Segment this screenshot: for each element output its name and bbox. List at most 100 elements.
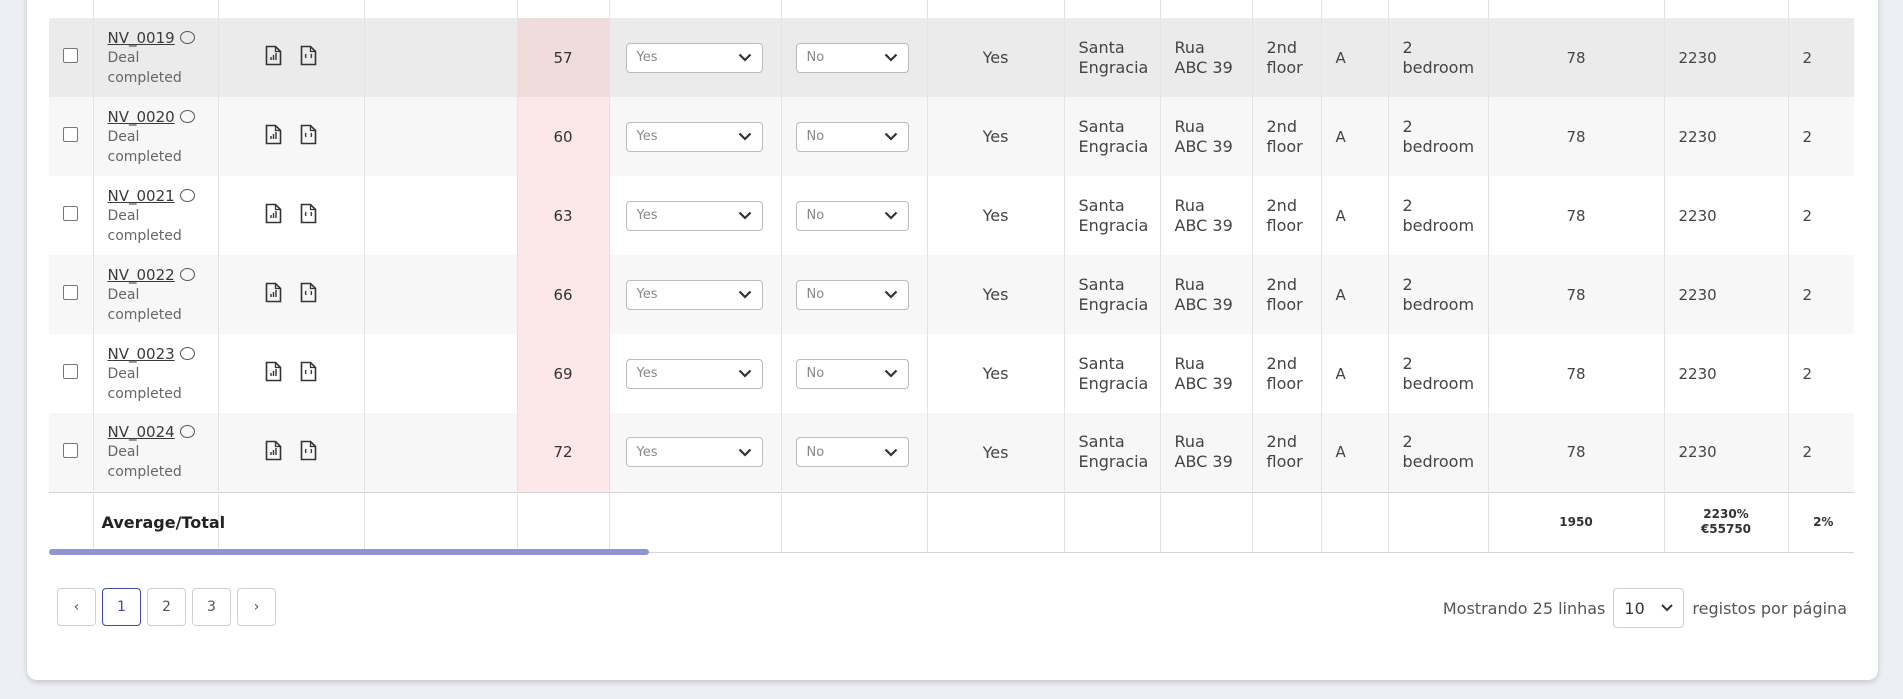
status-select-1[interactable]: Yes bbox=[625, 200, 763, 231]
record-id-link[interactable]: NV_0021 bbox=[108, 187, 175, 205]
status-select-2[interactable]: No bbox=[795, 200, 909, 231]
sheet-doc-icon[interactable] bbox=[300, 440, 317, 461]
pagination: ‹ 1 2 3 › bbox=[57, 588, 276, 626]
sheet-doc-icon[interactable] bbox=[300, 361, 317, 382]
record-id-link[interactable]: NV_0022 bbox=[108, 266, 175, 284]
status-select-2[interactable]: No bbox=[795, 358, 909, 389]
floor-value: 2nd floor bbox=[1266, 37, 1303, 77]
per-page-select[interactable]: 10 bbox=[1613, 588, 1685, 628]
chevron-down-icon bbox=[884, 132, 897, 141]
comment-icon[interactable] bbox=[179, 346, 195, 360]
rooms-value: 2 bbox=[1802, 364, 1813, 383]
table-row[interactable]: NV_0022 Deal completed 66 Yes No Yes Santa Engra… bbox=[49, 255, 1854, 334]
chevron-down-icon bbox=[884, 448, 897, 457]
comment-icon[interactable] bbox=[179, 109, 195, 123]
record-id-link[interactable]: NV_0023 bbox=[108, 345, 175, 363]
table-row[interactable]: NV_0021 Deal completed 63 Yes No Yes Santa Engra… bbox=[49, 176, 1854, 255]
class-value: A bbox=[1335, 48, 1346, 67]
totals-row: Average/Total 1950 2230% €55750 2% bbox=[49, 491, 1854, 553]
totals-m2: 1950 bbox=[1559, 514, 1593, 529]
flag-value: Yes bbox=[982, 285, 1009, 304]
totals-price-pct: 2230% bbox=[1703, 507, 1749, 521]
record-status: Deal completed bbox=[107, 128, 182, 165]
row-checkbox[interactable] bbox=[63, 285, 79, 300]
report-doc-icon[interactable] bbox=[265, 45, 282, 66]
table-row-partial: completed bbox=[49, 0, 1854, 18]
type-value: 2 bedroom bbox=[1402, 116, 1475, 156]
record-status: Deal completed bbox=[107, 286, 182, 323]
comment-icon[interactable] bbox=[179, 267, 195, 281]
chevron-down-icon bbox=[884, 290, 897, 299]
record-id-link[interactable]: NV_0019 bbox=[108, 29, 175, 47]
m2-value: 78 bbox=[1566, 443, 1586, 462]
m2-value: 78 bbox=[1566, 206, 1586, 225]
sheet-doc-icon[interactable] bbox=[300, 203, 317, 224]
status-select-2[interactable]: No bbox=[795, 437, 909, 468]
comment-icon[interactable] bbox=[179, 30, 195, 44]
horizontal-scrollbar[interactable] bbox=[49, 549, 649, 555]
page-1-button[interactable]: 1 bbox=[102, 588, 141, 626]
class-value: A bbox=[1335, 285, 1346, 304]
status-select-1[interactable]: Yes bbox=[625, 358, 763, 389]
record-id-link[interactable]: NV_0020 bbox=[108, 108, 175, 126]
totals-price-sum: €55750 bbox=[1700, 522, 1752, 536]
status-select-1[interactable]: Yes bbox=[625, 121, 763, 152]
page-3-button[interactable]: 3 bbox=[192, 588, 231, 626]
sheet-doc-icon[interactable] bbox=[300, 282, 317, 303]
status-select-2[interactable]: No bbox=[795, 42, 909, 73]
status-select-1[interactable]: Yes bbox=[625, 279, 763, 310]
flag-value: Yes bbox=[982, 127, 1009, 146]
row-checkbox[interactable] bbox=[63, 48, 79, 63]
chevron-down-icon bbox=[738, 369, 751, 378]
type-value: 2 bedroom bbox=[1402, 195, 1475, 235]
price-value: 2230 bbox=[1678, 48, 1717, 67]
ohm-value: 66 bbox=[553, 285, 573, 304]
data-table-viewport[interactable]: completed NV_0019 Dealcompleted 57 Yes No Yes… bbox=[49, 0, 1854, 554]
table-row[interactable]: NV_0020 Deal completed 60 Yes No Yes Santa Engra… bbox=[49, 97, 1854, 176]
report-doc-icon[interactable] bbox=[265, 124, 282, 145]
chevron-down-icon bbox=[738, 132, 751, 141]
price-value: 2230 bbox=[1678, 364, 1717, 383]
row-checkbox[interactable] bbox=[63, 364, 79, 379]
status-select-1[interactable]: Yes bbox=[625, 437, 763, 468]
price-value: 2230 bbox=[1678, 285, 1717, 304]
row-checkbox[interactable] bbox=[63, 206, 79, 221]
row-checkbox[interactable] bbox=[63, 442, 79, 458]
table-row[interactable]: NV_0019 Deal completed 57 Yes No Yes Santa Engra… bbox=[49, 18, 1854, 97]
report-doc-icon[interactable] bbox=[265, 440, 282, 461]
row-checkbox[interactable] bbox=[63, 127, 79, 142]
report-doc-icon[interactable] bbox=[265, 361, 282, 382]
status-select-2[interactable]: No bbox=[795, 121, 909, 152]
record-status: Deal completed bbox=[107, 365, 182, 402]
comment-icon[interactable] bbox=[179, 425, 195, 439]
ohm-value: 57 bbox=[553, 48, 573, 67]
report-doc-icon[interactable] bbox=[265, 203, 282, 224]
comment-icon[interactable] bbox=[179, 188, 195, 202]
m2-value: 78 bbox=[1566, 48, 1586, 67]
chevron-down-icon bbox=[1661, 604, 1674, 612]
type-value: 2 bedroom bbox=[1402, 37, 1475, 77]
area-value: Santa Engracia bbox=[1078, 195, 1149, 235]
table-row[interactable]: NV_0023 Deal completed 69 Yes No Yes Santa Engra… bbox=[49, 334, 1854, 413]
record-id-link[interactable]: NV_0024 bbox=[108, 423, 175, 441]
status-select-2[interactable]: No bbox=[795, 279, 909, 310]
sheet-doc-icon[interactable] bbox=[300, 45, 317, 66]
sheet-doc-icon[interactable] bbox=[300, 124, 317, 145]
record-status: Deal completed bbox=[107, 444, 182, 481]
floor-value: 2nd floor bbox=[1266, 195, 1303, 235]
chevron-down-icon bbox=[884, 369, 897, 378]
next-page-button[interactable]: › bbox=[237, 588, 276, 626]
record-status: Deal completed bbox=[107, 207, 182, 244]
m2-value: 78 bbox=[1566, 127, 1586, 146]
class-value: A bbox=[1335, 127, 1346, 146]
page-2-button[interactable]: 2 bbox=[147, 588, 186, 626]
floor-value: 2nd floor bbox=[1266, 274, 1303, 314]
status-select-1[interactable]: Yes bbox=[625, 42, 763, 73]
report-doc-icon[interactable] bbox=[265, 282, 282, 303]
prev-page-button[interactable]: ‹ bbox=[57, 588, 96, 626]
m2-value: 78 bbox=[1566, 364, 1586, 383]
table-row[interactable]: NV_0024 Deal completed 72 Yes No Yes Santa Engra… bbox=[49, 413, 1854, 492]
street-value: Rua ABC 39 bbox=[1174, 37, 1233, 77]
floor-value: 2nd floor bbox=[1266, 432, 1303, 472]
street-value: Rua ABC 39 bbox=[1174, 116, 1233, 156]
